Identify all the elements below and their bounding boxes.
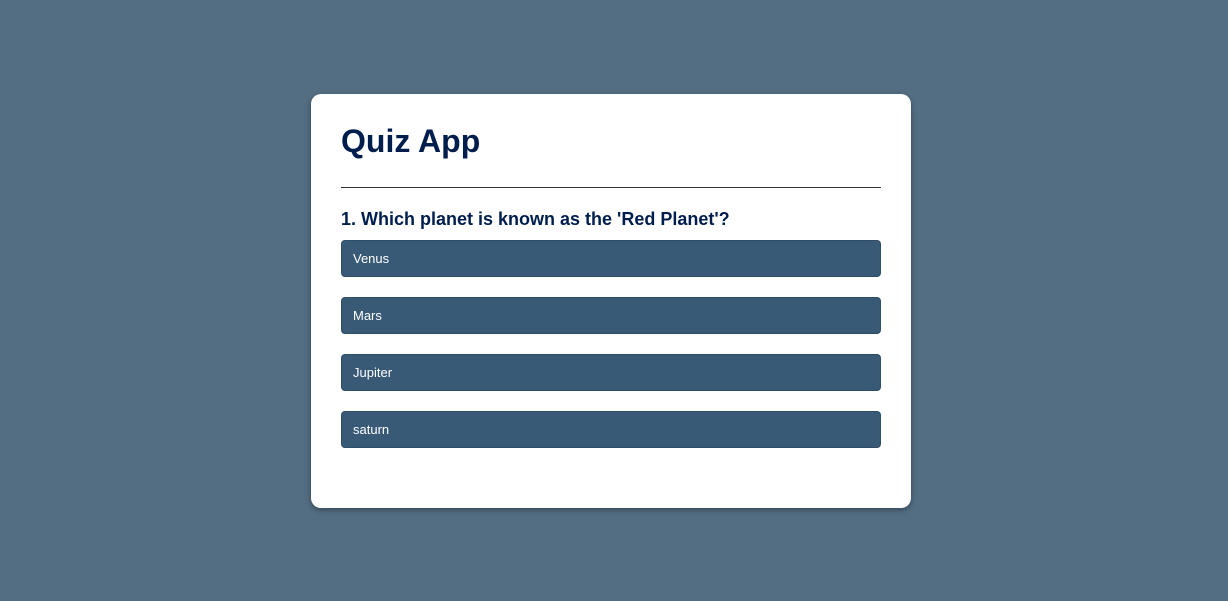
title-divider [341, 187, 881, 188]
app-title: Quiz App [341, 123, 481, 159]
answer-button-saturn[interactable]: saturn [341, 411, 881, 448]
quiz-card: Quiz App 1. Which planet is known as the… [311, 94, 911, 508]
answer-button-venus[interactable]: Venus [341, 240, 881, 277]
answer-button-mars[interactable]: Mars [341, 297, 881, 334]
quiz-section: 1. Which planet is known as the 'Red Pla… [341, 208, 881, 448]
answer-button-jupiter[interactable]: Jupiter [341, 354, 881, 391]
question-text: 1. Which planet is known as the 'Red Pla… [341, 209, 730, 229]
answer-list: Venus Mars Jupiter saturn [341, 240, 881, 448]
